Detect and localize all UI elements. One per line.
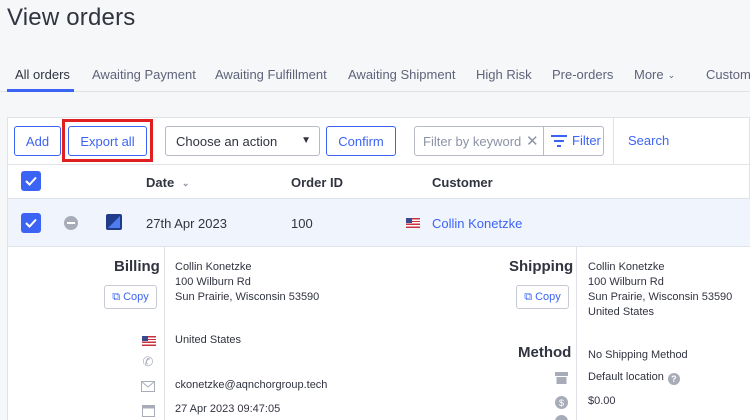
svg-text:$: $ <box>558 398 563 408</box>
shipping-address: Collin Konetzke 100 Wilburn Rd Sun Prair… <box>588 260 732 320</box>
add-order-button[interactable]: Add <box>14 126 61 156</box>
column-customer-header: Customer <box>432 175 493 190</box>
store-location-icon <box>553 370 569 386</box>
order-id[interactable]: 100 <box>291 216 313 231</box>
orders-table-header: Date ⌄ Order ID Customer <box>7 164 750 199</box>
billing-street: 100 Wilburn Rd <box>175 276 251 288</box>
us-flag-icon <box>406 218 420 228</box>
billing-email-link[interactable]: ckonetzke@aqnchorgroup.tech <box>175 379 327 391</box>
more-info-icon <box>553 415 569 420</box>
dollar-icon: $ <box>553 394 569 410</box>
row-checkbox[interactable] <box>21 213 41 233</box>
billing-country: United States <box>175 334 242 346</box>
keyword-filter: Filter by keyword ✕ Filter <box>414 126 604 156</box>
toolbar-divider <box>613 117 614 164</box>
email-icon <box>140 378 156 394</box>
tab-more[interactable]: More ⌄ <box>634 67 675 82</box>
export-highlight-box <box>62 119 153 162</box>
us-flag-icon <box>142 336 156 346</box>
help-icon[interactable]: ? <box>667 373 680 385</box>
shipping-cost: $0.00 <box>588 395 616 407</box>
copy-icon: ⧉ <box>524 290 533 303</box>
phone-icon: ✆ <box>142 354 154 369</box>
tab-awaiting-fulfillment[interactable]: Awaiting Fulfillment <box>215 67 327 82</box>
table-row[interactable]: 27th Apr 2023 100 Collin Konetzke <box>7 199 750 247</box>
shipping-location-label: Default location <box>588 371 664 383</box>
shipping-location: Default location? <box>588 371 680 385</box>
filter-button-label: Filter <box>572 133 601 148</box>
clear-filter-icon[interactable]: ✕ <box>526 132 539 150</box>
customer-link[interactable]: Collin Konetzke <box>432 216 522 231</box>
tab-high-risk[interactable]: High Risk <box>476 67 532 82</box>
filter-keyword-input[interactable]: Filter by keyword <box>423 134 521 149</box>
column-order-id-header: Order ID <box>291 175 344 190</box>
collapse-row-icon[interactable] <box>64 216 78 230</box>
billing-order-date: 27 Apr 2023 09:47:05 <box>175 403 281 415</box>
filter-divider <box>543 127 544 155</box>
tab-awaiting-shipment[interactable]: Awaiting Shipment <box>348 67 455 82</box>
chevron-down-icon: ⌄ <box>667 70 676 80</box>
orders-page: View orders All orders Awaiting Payment … <box>0 0 750 420</box>
page-title: View orders <box>7 4 136 31</box>
store-channel-icon <box>106 214 122 230</box>
filter-icon <box>551 134 567 147</box>
filter-button[interactable]: Filter <box>551 133 601 148</box>
billing-name: Collin Konetzke <box>175 261 252 273</box>
select-all-checkbox[interactable] <box>21 171 41 191</box>
checkmark-icon <box>25 218 37 228</box>
tab-more-label: More <box>634 67 664 82</box>
shipping-divider <box>576 247 577 420</box>
action-select-value: Choose an action <box>176 133 278 149</box>
order-tabs: All orders Awaiting Payment Awaiting Ful… <box>0 60 750 92</box>
column-date-header[interactable]: Date ⌄ <box>146 175 189 190</box>
search-button[interactable]: Search <box>628 133 669 148</box>
copy-icon: ⧉ <box>112 290 121 303</box>
billing-title: Billing <box>114 258 160 275</box>
chevron-down-icon: ▼ <box>301 135 311 146</box>
active-tab-indicator <box>7 89 74 92</box>
copy-billing-label: Copy <box>123 291 149 303</box>
order-date: 27th Apr 2023 <box>146 216 227 231</box>
billing-city-line: Sun Prairie, Wisconsin 53590 <box>175 291 320 303</box>
shipping-title: Shipping <box>509 258 574 275</box>
column-date-label: Date <box>146 175 175 190</box>
confirm-button[interactable]: Confirm <box>326 126 396 156</box>
checkmark-icon <box>25 176 37 186</box>
shipping-street: 100 Wilburn Rd <box>588 276 664 288</box>
billing-address: Collin Konetzke 100 Wilburn Rd Sun Prair… <box>175 260 319 305</box>
sort-down-icon: ⌄ <box>181 178 190 188</box>
action-select[interactable]: Choose an action ▼ <box>165 126 320 156</box>
tab-custom[interactable]: Custom <box>706 67 750 82</box>
tab-awaiting-payment[interactable]: Awaiting Payment <box>92 67 196 82</box>
order-details-panel: Billing ⧉ Copy Collin Konetzke 100 Wilbur… <box>7 247 750 420</box>
copy-shipping-button[interactable]: ⧉ Copy <box>516 285 569 309</box>
copy-shipping-label: Copy <box>535 291 561 303</box>
shipping-method: No Shipping Method <box>588 349 688 361</box>
copy-billing-button[interactable]: ⧉ Copy <box>104 285 157 309</box>
billing-divider <box>164 247 165 420</box>
tab-pre-orders[interactable]: Pre-orders <box>552 67 613 82</box>
shipping-city-line: Sun Prairie, Wisconsin 53590 <box>588 291 733 303</box>
calendar-icon <box>140 402 156 418</box>
shipping-method-title: Method <box>518 344 572 361</box>
shipping-country: United States <box>588 306 655 318</box>
shipping-name: Collin Konetzke <box>588 261 665 273</box>
tab-all-orders[interactable]: All orders <box>15 67 70 82</box>
